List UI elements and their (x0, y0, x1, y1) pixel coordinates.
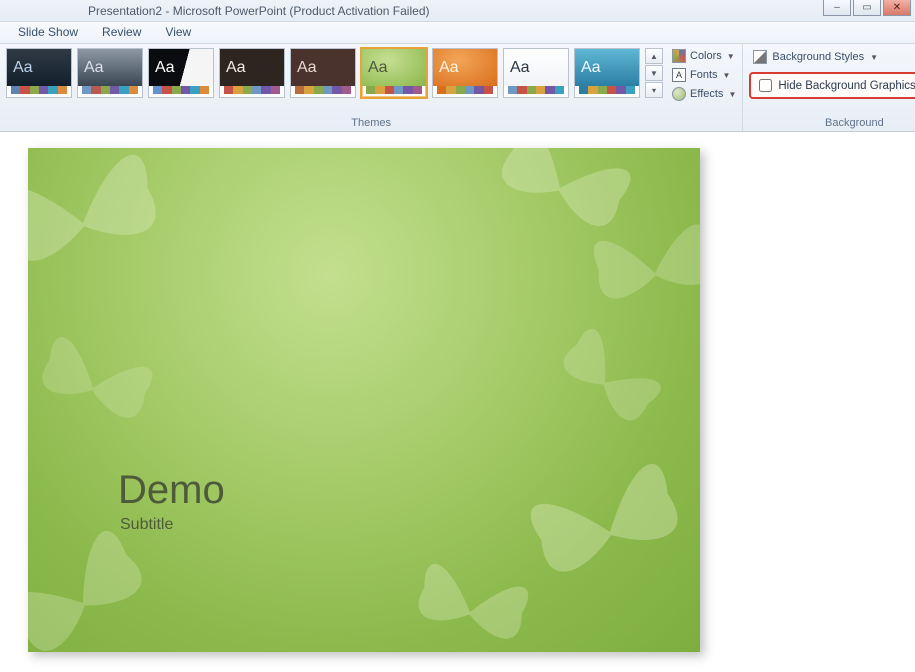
themes-gallery-scroll: ▲▼▾ (645, 48, 663, 98)
theme-thumb-8[interactable]: Aa (574, 48, 640, 98)
theme-aa-label: Aa (226, 59, 246, 77)
theme-aa-label: Aa (155, 59, 175, 77)
title-bar: Presentation2 - Microsoft PowerPoint (Pr… (0, 0, 915, 22)
theme-swatches (437, 86, 493, 94)
butterfly-graphic (397, 539, 544, 652)
theme-aa-label: Aa (13, 59, 33, 77)
theme-preview: Aa (575, 49, 639, 86)
butterfly-graphic (28, 311, 170, 465)
theme-aa-label: Aa (510, 59, 530, 77)
chevron-down-icon: ▼ (728, 90, 736, 99)
background-styles-icon (753, 50, 767, 64)
gallery-up-button[interactable]: ▲ (645, 48, 663, 64)
chevron-down-icon: ▼ (870, 53, 878, 62)
butterfly-graphic (28, 148, 187, 327)
theme-thumb-0[interactable]: Aa (6, 48, 72, 98)
hide-background-graphics-label: Hide Background Graphics (778, 80, 915, 92)
theme-aa-label: Aa (297, 59, 317, 77)
theme-preview: Aa (433, 49, 497, 86)
fonts-dropdown-label: Fonts (690, 69, 718, 81)
tab-review[interactable]: Review (90, 22, 153, 43)
theme-preview: Aa (504, 49, 568, 86)
colors-dropdown-icon (672, 49, 686, 63)
butterfly-graphic (507, 429, 700, 634)
theme-swatches (153, 86, 209, 94)
theme-swatches (366, 86, 422, 94)
fonts-dropdown[interactable]: A Fonts ▼ (672, 67, 736, 83)
chevron-down-icon: ▼ (727, 52, 735, 61)
theme-swatches (295, 86, 351, 94)
gallery-down-button[interactable]: ▼ (645, 65, 663, 81)
hide-background-graphics-input[interactable] (759, 79, 772, 92)
fonts-dropdown-icon: A (672, 68, 686, 82)
background-styles-label: Background Styles (772, 51, 864, 63)
ribbon-group-themes: AaAaAaAaAaAaAaAaAa▲▼▾Colors▼AFonts▼Effec… (0, 44, 743, 131)
ribbon-group-background: Background Styles ▼ Hide Background Grap… (743, 44, 915, 131)
ribbon-tabs: Slide Show Review View (0, 22, 915, 44)
theme-thumb-6[interactable]: Aa (432, 48, 498, 98)
window-title: Presentation2 - Microsoft PowerPoint (Pr… (88, 4, 429, 18)
tab-view[interactable]: View (153, 22, 203, 43)
theme-thumb-3[interactable]: Aa (219, 48, 285, 98)
tab-slide-show[interactable]: Slide Show (6, 22, 90, 43)
effects-dropdown-label: Effects (690, 88, 723, 100)
ribbon: AaAaAaAaAaAaAaAaAa▲▼▾Colors▼AFonts▼Effec… (0, 44, 915, 132)
minimize-button[interactable]: – (823, 0, 851, 16)
hide-background-graphics-checkbox[interactable]: Hide Background Graphics (749, 72, 915, 99)
maximize-button[interactable]: ▭ (853, 0, 881, 16)
theme-preview: Aa (291, 49, 355, 86)
theme-thumb-2[interactable]: Aa (148, 48, 214, 98)
theme-preview: Aa (78, 49, 142, 86)
colors-dropdown[interactable]: Colors ▼ (672, 48, 736, 64)
theme-preview: Aa (220, 49, 284, 86)
window-controls: – ▭ ✕ (823, 0, 911, 16)
themes-gallery: AaAaAaAaAaAaAaAaAa▲▼▾Colors▼AFonts▼Effec… (6, 48, 736, 102)
effects-dropdown[interactable]: Effects ▼ (672, 86, 736, 102)
effects-dropdown-icon (672, 87, 686, 101)
theme-preview: Aa (149, 49, 213, 86)
theme-thumb-5[interactable]: Aa (361, 48, 427, 98)
theme-thumb-1[interactable]: Aa (77, 48, 143, 98)
theme-aa-label: Aa (368, 59, 388, 77)
group-label-themes: Themes (0, 117, 742, 129)
theme-swatches (11, 86, 67, 94)
slide-subtitle[interactable]: Subtitle (120, 516, 173, 534)
theme-thumb-4[interactable]: Aa (290, 48, 356, 98)
close-button[interactable]: ✕ (883, 0, 911, 16)
colors-dropdown-label: Colors (690, 50, 722, 62)
theme-aa-label: Aa (439, 59, 459, 77)
theme-swatches (508, 86, 564, 94)
background-styles-dropdown[interactable]: Background Styles ▼ (749, 48, 915, 66)
theme-preview: Aa (7, 49, 71, 86)
theme-preview: Aa (362, 49, 426, 86)
slide-canvas[interactable]: Demo Subtitle (28, 148, 700, 652)
slide-workarea: Demo Subtitle (0, 132, 915, 672)
theme-swatches (82, 86, 138, 94)
gallery-more-button[interactable]: ▾ (645, 82, 663, 98)
theme-thumb-7[interactable]: Aa (503, 48, 569, 98)
slide-title[interactable]: Demo (118, 468, 225, 513)
theme-aa-label: Aa (84, 59, 104, 77)
chevron-down-icon: ▼ (723, 71, 731, 80)
theme-swatches (579, 86, 635, 94)
group-label-background: Background (743, 117, 915, 129)
theme-swatches (224, 86, 280, 94)
theme-options: Colors▼AFonts▼Effects▼ (672, 48, 736, 102)
theme-aa-label: Aa (581, 59, 601, 77)
